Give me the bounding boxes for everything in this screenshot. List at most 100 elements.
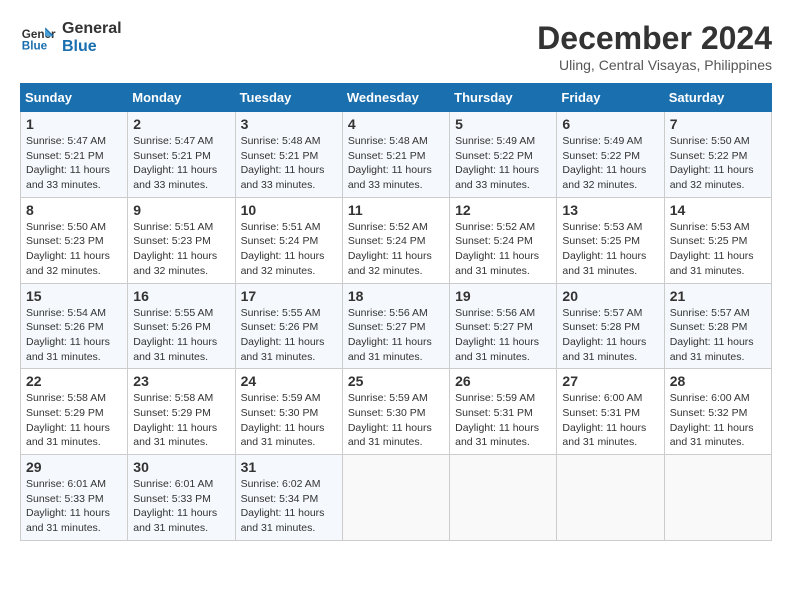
day-number: 22 bbox=[26, 373, 122, 389]
day-number: 27 bbox=[562, 373, 658, 389]
calendar-title: December 2024 bbox=[537, 20, 772, 57]
calendar-cell: 16 Sunrise: 5:55 AM Sunset: 5:26 PM Dayli… bbox=[128, 283, 235, 369]
day-number: 1 bbox=[26, 116, 122, 132]
day-number: 31 bbox=[241, 459, 337, 475]
calendar-cell: 8 Sunrise: 5:50 AM Sunset: 5:23 PM Daylig… bbox=[21, 197, 128, 283]
calendar-cell: 21 Sunrise: 5:57 AM Sunset: 5:28 PM Dayli… bbox=[664, 283, 771, 369]
logo-general: General bbox=[62, 20, 122, 38]
day-number: 16 bbox=[133, 288, 229, 304]
column-header-saturday: Saturday bbox=[664, 84, 771, 112]
day-info: Sunrise: 5:52 AM Sunset: 5:24 PM Dayligh… bbox=[348, 220, 444, 279]
day-info: Sunrise: 6:02 AM Sunset: 5:34 PM Dayligh… bbox=[241, 477, 337, 536]
calendar-cell: 19 Sunrise: 5:56 AM Sunset: 5:27 PM Dayli… bbox=[450, 283, 557, 369]
day-info: Sunrise: 5:47 AM Sunset: 5:21 PM Dayligh… bbox=[133, 134, 229, 193]
calendar-cell: 31 Sunrise: 6:02 AM Sunset: 5:34 PM Dayli… bbox=[235, 455, 342, 541]
day-info: Sunrise: 5:53 AM Sunset: 5:25 PM Dayligh… bbox=[562, 220, 658, 279]
day-info: Sunrise: 5:51 AM Sunset: 5:24 PM Dayligh… bbox=[241, 220, 337, 279]
calendar-cell: 28 Sunrise: 6:00 AM Sunset: 5:32 PM Dayli… bbox=[664, 369, 771, 455]
calendar-cell: 14 Sunrise: 5:53 AM Sunset: 5:25 PM Dayli… bbox=[664, 197, 771, 283]
calendar-week-row: 29 Sunrise: 6:01 AM Sunset: 5:33 PM Dayli… bbox=[21, 455, 772, 541]
day-number: 15 bbox=[26, 288, 122, 304]
title-section: December 2024 Uling, Central Visayas, Ph… bbox=[537, 20, 772, 73]
calendar-week-row: 8 Sunrise: 5:50 AM Sunset: 5:23 PM Daylig… bbox=[21, 197, 772, 283]
calendar-week-row: 1 Sunrise: 5:47 AM Sunset: 5:21 PM Daylig… bbox=[21, 112, 772, 198]
day-number: 25 bbox=[348, 373, 444, 389]
day-info: Sunrise: 5:50 AM Sunset: 5:23 PM Dayligh… bbox=[26, 220, 122, 279]
day-info: Sunrise: 6:00 AM Sunset: 5:32 PM Dayligh… bbox=[670, 391, 766, 450]
calendar-cell bbox=[342, 455, 449, 541]
calendar-cell-day-1: 1 Sunrise: 5:47 AM Sunset: 5:21 PM Daylig… bbox=[21, 112, 128, 198]
day-info: Sunrise: 5:59 AM Sunset: 5:30 PM Dayligh… bbox=[241, 391, 337, 450]
calendar-cell: 6Sunrise: 5:49 AM Sunset: 5:22 PM Daylig… bbox=[557, 112, 664, 198]
day-info: Sunrise: 5:53 AM Sunset: 5:25 PM Dayligh… bbox=[670, 220, 766, 279]
calendar-cell: 22 Sunrise: 5:58 AM Sunset: 5:29 PM Dayli… bbox=[21, 369, 128, 455]
column-header-sunday: Sunday bbox=[21, 84, 128, 112]
calendar-cell: 4 Sunrise: 5:48 AM Sunset: 5:21 PM Daylig… bbox=[342, 112, 449, 198]
day-number: 20 bbox=[562, 288, 658, 304]
calendar-cell: 5 Sunrise: 5:49 AM Sunset: 5:22 PM Daylig… bbox=[450, 112, 557, 198]
day-number: 9 bbox=[133, 202, 229, 218]
calendar-table: SundayMondayTuesdayWednesdayThursdayFrid… bbox=[20, 83, 772, 541]
day-number: 26 bbox=[455, 373, 551, 389]
day-info: Sunrise: 5:59 AM Sunset: 5:31 PM Dayligh… bbox=[455, 391, 551, 450]
day-info: Sunrise: 5:49 AM Sunset: 5:22 PM Dayligh… bbox=[562, 134, 658, 193]
day-info: Sunrise: 5:51 AM Sunset: 5:23 PM Dayligh… bbox=[133, 220, 229, 279]
day-number: 14 bbox=[670, 202, 766, 218]
logo-icon: General Blue bbox=[20, 20, 56, 56]
calendar-cell: 13Sunrise: 5:53 AM Sunset: 5:25 PM Dayli… bbox=[557, 197, 664, 283]
day-info: Sunrise: 5:54 AM Sunset: 5:26 PM Dayligh… bbox=[26, 306, 122, 365]
day-info: Sunrise: 5:56 AM Sunset: 5:27 PM Dayligh… bbox=[348, 306, 444, 365]
day-number: 28 bbox=[670, 373, 766, 389]
day-number: 8 bbox=[26, 202, 122, 218]
day-number: 30 bbox=[133, 459, 229, 475]
day-info: Sunrise: 5:57 AM Sunset: 5:28 PM Dayligh… bbox=[670, 306, 766, 365]
logo-blue: Blue bbox=[62, 38, 122, 56]
calendar-cell: 20 Sunrise: 5:57 AM Sunset: 5:28 PM Dayli… bbox=[557, 283, 664, 369]
calendar-cell: 12 Sunrise: 5:52 AM Sunset: 5:24 PM Dayli… bbox=[450, 197, 557, 283]
logo: General Blue General Blue bbox=[20, 20, 122, 56]
column-header-tuesday: Tuesday bbox=[235, 84, 342, 112]
day-number: 19 bbox=[455, 288, 551, 304]
calendar-cell bbox=[450, 455, 557, 541]
day-info: Sunrise: 5:59 AM Sunset: 5:30 PM Dayligh… bbox=[348, 391, 444, 450]
day-number: 29 bbox=[26, 459, 122, 475]
day-number: 7 bbox=[670, 116, 766, 132]
calendar-cell: 30 Sunrise: 6:01 AM Sunset: 5:33 PM Dayli… bbox=[128, 455, 235, 541]
calendar-cell: 29Sunrise: 6:01 AM Sunset: 5:33 PM Dayli… bbox=[21, 455, 128, 541]
column-header-monday: Monday bbox=[128, 84, 235, 112]
day-info: Sunrise: 5:57 AM Sunset: 5:28 PM Dayligh… bbox=[562, 306, 658, 365]
calendar-cell: 17Sunrise: 5:55 AM Sunset: 5:26 PM Dayli… bbox=[235, 283, 342, 369]
day-info: Sunrise: 5:52 AM Sunset: 5:24 PM Dayligh… bbox=[455, 220, 551, 279]
day-info: Sunrise: 5:49 AM Sunset: 5:22 PM Dayligh… bbox=[455, 134, 551, 193]
calendar-cell: 26 Sunrise: 5:59 AM Sunset: 5:31 PM Dayli… bbox=[450, 369, 557, 455]
day-info: Sunrise: 6:00 AM Sunset: 5:31 PM Dayligh… bbox=[562, 391, 658, 450]
calendar-cell bbox=[557, 455, 664, 541]
calendar-cell: 7Sunrise: 5:50 AM Sunset: 5:22 PM Daylig… bbox=[664, 112, 771, 198]
calendar-subtitle: Uling, Central Visayas, Philippines bbox=[537, 57, 772, 73]
day-info: Sunrise: 5:47 AM Sunset: 5:21 PM Dayligh… bbox=[26, 134, 122, 193]
day-number: 3 bbox=[241, 116, 337, 132]
calendar-cell: 18Sunrise: 5:56 AM Sunset: 5:27 PM Dayli… bbox=[342, 283, 449, 369]
day-number: 5 bbox=[455, 116, 551, 132]
day-number: 24 bbox=[241, 373, 337, 389]
day-info: Sunrise: 5:48 AM Sunset: 5:21 PM Dayligh… bbox=[241, 134, 337, 193]
day-info: Sunrise: 5:56 AM Sunset: 5:27 PM Dayligh… bbox=[455, 306, 551, 365]
day-info: Sunrise: 5:48 AM Sunset: 5:21 PM Dayligh… bbox=[348, 134, 444, 193]
calendar-cell: 24 Sunrise: 5:59 AM Sunset: 5:30 PM Dayli… bbox=[235, 369, 342, 455]
day-number: 2 bbox=[133, 116, 229, 132]
column-header-wednesday: Wednesday bbox=[342, 84, 449, 112]
day-info: Sunrise: 6:01 AM Sunset: 5:33 PM Dayligh… bbox=[133, 477, 229, 536]
day-number: 17 bbox=[241, 288, 337, 304]
column-header-thursday: Thursday bbox=[450, 84, 557, 112]
calendar-cell: 27 Sunrise: 6:00 AM Sunset: 5:31 PM Dayli… bbox=[557, 369, 664, 455]
calendar-cell: 15 Sunrise: 5:54 AM Sunset: 5:26 PM Dayli… bbox=[21, 283, 128, 369]
day-number: 21 bbox=[670, 288, 766, 304]
calendar-cell bbox=[664, 455, 771, 541]
calendar-week-row: 22 Sunrise: 5:58 AM Sunset: 5:29 PM Dayli… bbox=[21, 369, 772, 455]
day-number: 12 bbox=[455, 202, 551, 218]
day-info: Sunrise: 5:55 AM Sunset: 5:26 PM Dayligh… bbox=[133, 306, 229, 365]
calendar-cell: 23Sunrise: 5:58 AM Sunset: 5:29 PM Dayli… bbox=[128, 369, 235, 455]
day-info: Sunrise: 5:58 AM Sunset: 5:29 PM Dayligh… bbox=[26, 391, 122, 450]
calendar-cell: 25 Sunrise: 5:59 AM Sunset: 5:30 PM Dayli… bbox=[342, 369, 449, 455]
day-number: 4 bbox=[348, 116, 444, 132]
